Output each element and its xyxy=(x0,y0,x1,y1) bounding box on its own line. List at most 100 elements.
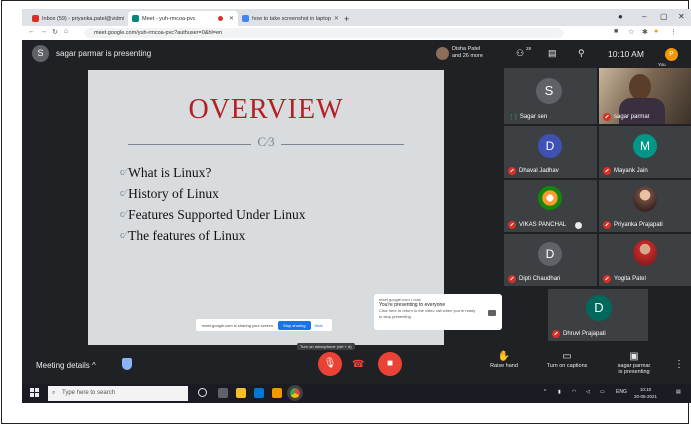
speaking-icon: ⋮| xyxy=(508,114,517,121)
profile-icon[interactable]: ● xyxy=(654,28,658,35)
muted-mic-icon xyxy=(603,167,611,175)
tab-label: Inbox (59) - priyanka.patel@vidmi xyxy=(42,15,125,22)
taskbar-search[interactable]: ⌕ Type here to search xyxy=(48,386,188,401)
camera-off-icon: ■ xyxy=(386,358,394,369)
search-placeholder: Type here to search xyxy=(62,390,116,396)
header-name: Disha Patel xyxy=(452,46,481,52)
participant-name-row: Dhruvi Prajapati xyxy=(552,330,606,338)
participant-name-row: sagar parmar xyxy=(603,113,650,121)
app-icon[interactable] xyxy=(272,388,282,398)
tab-gmail[interactable]: Inbox (59) - priyanka.patel@vidmi ✕ xyxy=(28,11,128,26)
more-options-icon[interactable]: ⋮ xyxy=(674,359,684,370)
tray-chevron-icon[interactable]: ^ xyxy=(544,389,546,395)
tray-app-icon[interactable]: ▮ xyxy=(558,389,561,395)
participant-name-row: Dhaval Jadhav xyxy=(508,167,559,175)
stop-sharing-button[interactable]: Stop sharing xyxy=(278,320,311,330)
notifications-icon[interactable]: ▤ xyxy=(676,389,681,395)
meeting-details-button[interactable]: Meeting details ^ xyxy=(36,361,96,370)
extension-icon[interactable]: ✱ xyxy=(642,28,648,36)
activities-icon[interactable]: ⚲ xyxy=(578,48,585,59)
new-tab-button[interactable]: + xyxy=(340,11,353,26)
microphone-button[interactable]: 🎙 xyxy=(318,352,342,376)
slide-ornament: C⁄3 xyxy=(88,134,444,150)
chat-icon[interactable]: ▤ xyxy=(548,48,557,59)
forward-icon[interactable]: → xyxy=(40,28,47,35)
self-avatar: P xyxy=(665,48,678,61)
minimize-icon[interactable]: – xyxy=(642,12,646,21)
windows-start-icon[interactable] xyxy=(30,388,40,398)
url-field[interactable]: meet.google.com/yuh-rmcoa-pvc?authuser=0… xyxy=(84,28,564,38)
volume-icon[interactable]: ◁ xyxy=(586,389,590,395)
muted-mic-icon xyxy=(603,113,611,121)
header-more: and 26 more xyxy=(452,53,483,59)
chrome-icon[interactable] xyxy=(290,388,300,398)
participant-tile[interactable]: D Dipti Chaudhari xyxy=(504,234,597,286)
tab-meet[interactable]: Meet - yuh-rmcoa-pvc ✕ xyxy=(128,11,238,26)
search-icon: ⌕ xyxy=(52,390,56,396)
bullet-icon: c⁄ xyxy=(120,167,127,178)
address-bar-row: ← → ↻ ⌂ meet.google.com/yuh-rmcoa-pvc?au… xyxy=(22,26,691,41)
camera-icon[interactable]: ■ xyxy=(614,28,618,35)
people-icon[interactable]: ⚇ xyxy=(516,48,524,59)
reload-icon[interactable]: ↻ xyxy=(52,28,58,36)
slide-bullet: c⁄ History of Linux xyxy=(120,185,219,201)
maximize-icon[interactable]: ▢ xyxy=(660,12,668,21)
hide-link[interactable]: Hide xyxy=(315,323,323,328)
share-bar-text: meet.google.com is sharing your screen. xyxy=(202,322,275,328)
camera-button[interactable]: ■ xyxy=(378,352,402,376)
tab-label: Meet - yuh-rmcoa-pvc xyxy=(142,15,196,22)
participant-tile[interactable]: D Dhruvi Prajapati xyxy=(548,289,648,341)
bullet-icon: c⁄ xyxy=(120,230,127,241)
slide-bullets: c⁄ What is Linux? c⁄ History of Linux c⁄ Fe… xyxy=(120,162,305,246)
meet-header: S sagar parmar is presenting Disha Patel… xyxy=(22,40,691,68)
participant-name-row: Yogita Patel xyxy=(603,275,646,283)
back-icon[interactable]: ← xyxy=(28,28,35,35)
participants-count: 28 xyxy=(526,46,532,51)
header-participants: Disha Patel and 26 more xyxy=(452,46,483,60)
participant-tile[interactable]: D Dhaval Jadhav xyxy=(504,126,597,178)
muted-mic-icon xyxy=(603,275,611,283)
close-icon[interactable]: ✕ xyxy=(229,15,234,22)
captions-icon: ▭ xyxy=(562,351,572,362)
slide-bullet: c⁄ What is Linux? xyxy=(120,164,212,180)
shield-icon[interactable] xyxy=(122,358,132,370)
screenshot: Inbox (59) - priyanka.patel@vidmi ✕ Meet… xyxy=(22,9,691,403)
cortana-icon[interactable] xyxy=(198,388,207,397)
chevron-up-icon: ^ xyxy=(92,361,96,370)
taskbar-clock[interactable]: 10:10 20-05-2021 xyxy=(634,386,657,400)
slide-bullet: c⁄ Features Supported Under Linux xyxy=(120,206,306,222)
presenter-avatar: S xyxy=(32,45,49,62)
language-indicator[interactable]: ENG xyxy=(616,389,627,395)
hand-icon: ✋ xyxy=(497,351,511,362)
muted-mic-icon xyxy=(508,221,516,229)
participant-tile[interactable]: S ⋮| Sagar sen xyxy=(504,68,597,124)
participant-name-row: Dipti Chaudhari xyxy=(508,275,560,283)
participant-photo xyxy=(633,240,657,266)
account-icon[interactable]: ● xyxy=(618,12,623,21)
muted-mic-icon xyxy=(508,167,516,175)
participant-tile[interactable]: M Mayank Jain xyxy=(599,126,691,178)
presenting-button[interactable]: ▣ sagar parmar is presenting xyxy=(606,351,662,375)
battery-icon[interactable]: ▭ xyxy=(600,389,605,395)
tab-google-search[interactable]: how to take screenshot in laptop ✕ xyxy=(238,11,338,26)
network-icon[interactable]: ◠ xyxy=(572,389,576,395)
participant-tile[interactable]: VIKAS PANCHAL xyxy=(504,180,597,232)
participant-tile-video[interactable]: sagar parmar xyxy=(599,68,691,124)
raise-hand-button[interactable]: ✋ Raise hand xyxy=(484,351,524,369)
star-icon[interactable]: ☆ xyxy=(628,28,634,36)
notification-body: Click here to return to the video call w… xyxy=(379,308,476,319)
window-close-icon[interactable]: ✕ xyxy=(678,12,685,21)
captions-button[interactable]: ▭ Turn on captions xyxy=(540,351,594,369)
present-icon xyxy=(488,310,496,316)
home-icon[interactable]: ⌂ xyxy=(64,28,68,35)
hang-up-button[interactable]: ☎ xyxy=(352,359,364,370)
participant-tile[interactable]: Priyanka Prajapati xyxy=(599,180,691,232)
store-icon[interactable] xyxy=(254,388,264,398)
participant-tile[interactable]: Yogita Patel xyxy=(599,234,691,286)
close-icon[interactable]: ✕ xyxy=(334,15,338,22)
task-view-icon[interactable] xyxy=(218,388,228,398)
mic-off-icon: 🎙 xyxy=(323,358,337,369)
presenting-notification[interactable]: meet.google.com • now You're presenting … xyxy=(374,294,502,330)
menu-icon[interactable]: ⋮ xyxy=(670,28,677,36)
file-explorer-icon[interactable] xyxy=(236,388,246,398)
